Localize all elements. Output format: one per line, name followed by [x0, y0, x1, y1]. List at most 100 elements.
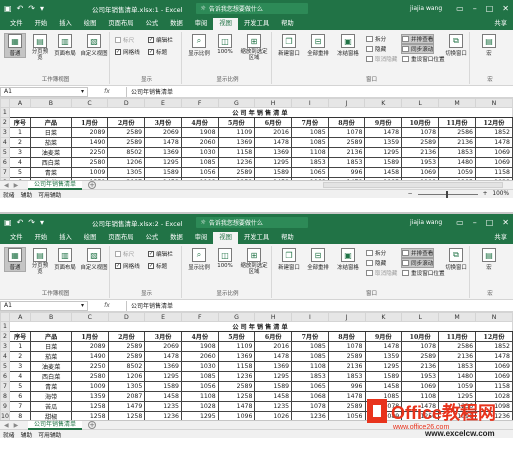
table-cell[interactable]: 1369 [254, 361, 293, 372]
table-cell[interactable]: 1853 [291, 371, 329, 382]
table-cell[interactable]: 1158 [217, 147, 256, 158]
tab-file[interactable]: 文件 [4, 232, 29, 244]
table-header-cell[interactable]: 2月份 [107, 117, 146, 128]
column-header[interactable]: L [401, 312, 440, 322]
table-cell[interactable]: 2087 [107, 177, 146, 180]
column-header[interactable]: D [107, 98, 146, 108]
share-button[interactable]: 共享 [488, 18, 513, 30]
table-header-cell[interactable]: 12月份 [474, 117, 513, 128]
table-cell[interactable]: 1069 [474, 147, 513, 158]
table-cell[interactable]: 2589 [401, 137, 440, 148]
table-cell[interactable]: 1206 [107, 157, 146, 168]
table-cell[interactable]: 油麦菜 [30, 361, 72, 372]
table-cell[interactable]: 1295 [364, 361, 403, 372]
table-header-cell[interactable]: 产品 [30, 331, 72, 342]
table-cell[interactable]: 1853 [438, 361, 477, 372]
status-accessibility[interactable]: 可用辅助 [38, 190, 61, 199]
sheet-tab-active[interactable]: 公司年销售清单 [28, 180, 83, 190]
table-cell[interactable]: 1069 [474, 157, 513, 168]
table-header-cell[interactable]: 序号 [8, 331, 32, 342]
zoom-to-selection-button[interactable]: ⊞ 缩放到选定区域 [239, 248, 269, 275]
table-cell[interactable]: 1028 [180, 401, 219, 412]
table-cell[interactable]: 茄菜 [30, 351, 72, 362]
table-cell[interactable]: 1369 [217, 351, 256, 362]
table-cell[interactable]: 1478 [144, 351, 182, 362]
new-window-button[interactable]: ❐ 新建窗口 [276, 34, 302, 57]
custom-views-button[interactable]: ▧ 自定义视图 [80, 248, 108, 271]
zoom-percentage[interactable]: 100% [492, 191, 509, 197]
table-cell[interactable]: 1589 [364, 157, 403, 168]
table-cell[interactable]: 1258 [107, 411, 146, 420]
table-cell[interactable]: 2589 [107, 351, 146, 362]
table-cell[interactable]: 2589 [327, 351, 366, 362]
table-cell[interactable]: 2136 [438, 137, 476, 148]
row-header[interactable]: 6 [0, 371, 10, 382]
column-header[interactable]: H [254, 98, 292, 108]
table-cell[interactable]: 2136 [401, 147, 440, 158]
table-cell[interactable]: 1085 [290, 137, 329, 148]
table-cell[interactable]: 1078 [327, 341, 366, 352]
column-header[interactable]: H [254, 312, 293, 322]
tell-me-box[interactable]: ☼ 告诉我您想要做什么 [196, 3, 309, 14]
table-cell[interactable]: 1056 [180, 381, 219, 392]
table-cell[interactable]: 2589 [327, 137, 366, 148]
table-cell[interactable]: 西白菜 [30, 157, 72, 168]
table-cell[interactable]: 1458 [364, 381, 403, 392]
ruler-checkbox[interactable]: 标尺 [115, 250, 134, 258]
table-cell[interactable]: 1478 [364, 127, 403, 138]
table-cell[interactable]: 5 [8, 167, 32, 178]
table-cell[interactable]: 1030 [180, 147, 219, 158]
table-cell[interactable]: 4 [8, 371, 32, 382]
table-cell[interactable]: 1065 [291, 381, 329, 392]
table-cell[interactable]: 1478 [327, 177, 366, 180]
table-cell[interactable]: 1589 [144, 167, 182, 178]
row-header[interactable]: 6 [0, 157, 10, 168]
table-cell[interactable]: 1295 [438, 177, 476, 180]
switch-windows-button[interactable]: ⧉ 切换窗口 [444, 34, 468, 57]
table-cell[interactable]: 茄菜 [30, 137, 72, 148]
table-cell[interactable]: 2069 [144, 127, 182, 138]
table-cell[interactable]: 2089 [70, 127, 109, 138]
table-cell[interactable]: 1908 [180, 341, 219, 352]
sync-scroll-button[interactable]: 同步滚动 [400, 44, 435, 54]
table-header-cell[interactable]: 7月份 [290, 117, 329, 128]
table-cell[interactable]: 1078 [401, 341, 440, 352]
table-cell[interactable]: 1478 [217, 401, 256, 412]
table-cell[interactable]: 2580 [70, 371, 109, 382]
table-cell[interactable]: 8502 [107, 361, 146, 372]
prev-sheet-icon[interactable]: ◀ [4, 182, 9, 189]
table-cell[interactable]: 1236 [217, 371, 256, 382]
table-cell[interactable]: 1589 [254, 167, 292, 178]
page-layout-view-button[interactable]: ▥ 页面布局 [54, 248, 76, 271]
tab-formulas[interactable]: 公式 [140, 18, 165, 30]
name-box[interactable]: A1 ▾ [0, 300, 88, 311]
table-cell[interactable]: 1085 [291, 341, 329, 352]
status-accessibility[interactable]: 可用辅助 [38, 430, 61, 439]
table-cell[interactable]: 1490 [70, 351, 109, 362]
table-header-cell[interactable]: 5月份 [217, 331, 256, 342]
worksheet-grid[interactable]: A B C D E F G H I J K L M N 1 公司年销售清单 2 序号 产品 1月份 2月份 3月份 4月份 5… [0, 98, 513, 180]
share-button[interactable]: 共享 [488, 232, 513, 244]
table-cell[interactable]: 1258 [217, 177, 256, 180]
table-cell[interactable]: 1069 [401, 381, 440, 392]
table-cell[interactable]: 2589 [107, 127, 146, 138]
redo-icon[interactable]: ↷ [28, 218, 35, 227]
next-sheet-icon[interactable]: ▶ [14, 182, 19, 189]
table-cell[interactable]: 1295 [254, 371, 293, 382]
tab-insert[interactable]: 插入 [53, 232, 78, 244]
table-cell[interactable]: 海带 [30, 177, 72, 180]
table-cell[interactable]: 1295 [180, 411, 219, 420]
table-cell[interactable]: 1056 [327, 411, 366, 420]
column-header[interactable]: N [474, 98, 513, 108]
table-header-cell[interactable]: 10月份 [401, 117, 440, 128]
maximize-icon[interactable]: □ [486, 4, 494, 13]
table-cell[interactable]: 996 [327, 381, 366, 392]
unhide-button[interactable]: 取消隐藏 [366, 269, 397, 277]
table-cell[interactable]: 1953 [401, 157, 440, 168]
table-cell[interactable]: 2016 [254, 127, 292, 138]
minimize-icon[interactable]: – [473, 4, 477, 13]
table-cell[interactable]: 1108 [290, 147, 329, 158]
hide-button[interactable]: 隐藏 [366, 45, 386, 53]
table-cell[interactable]: 1853 [438, 147, 476, 158]
minimize-icon[interactable]: – [473, 218, 477, 227]
